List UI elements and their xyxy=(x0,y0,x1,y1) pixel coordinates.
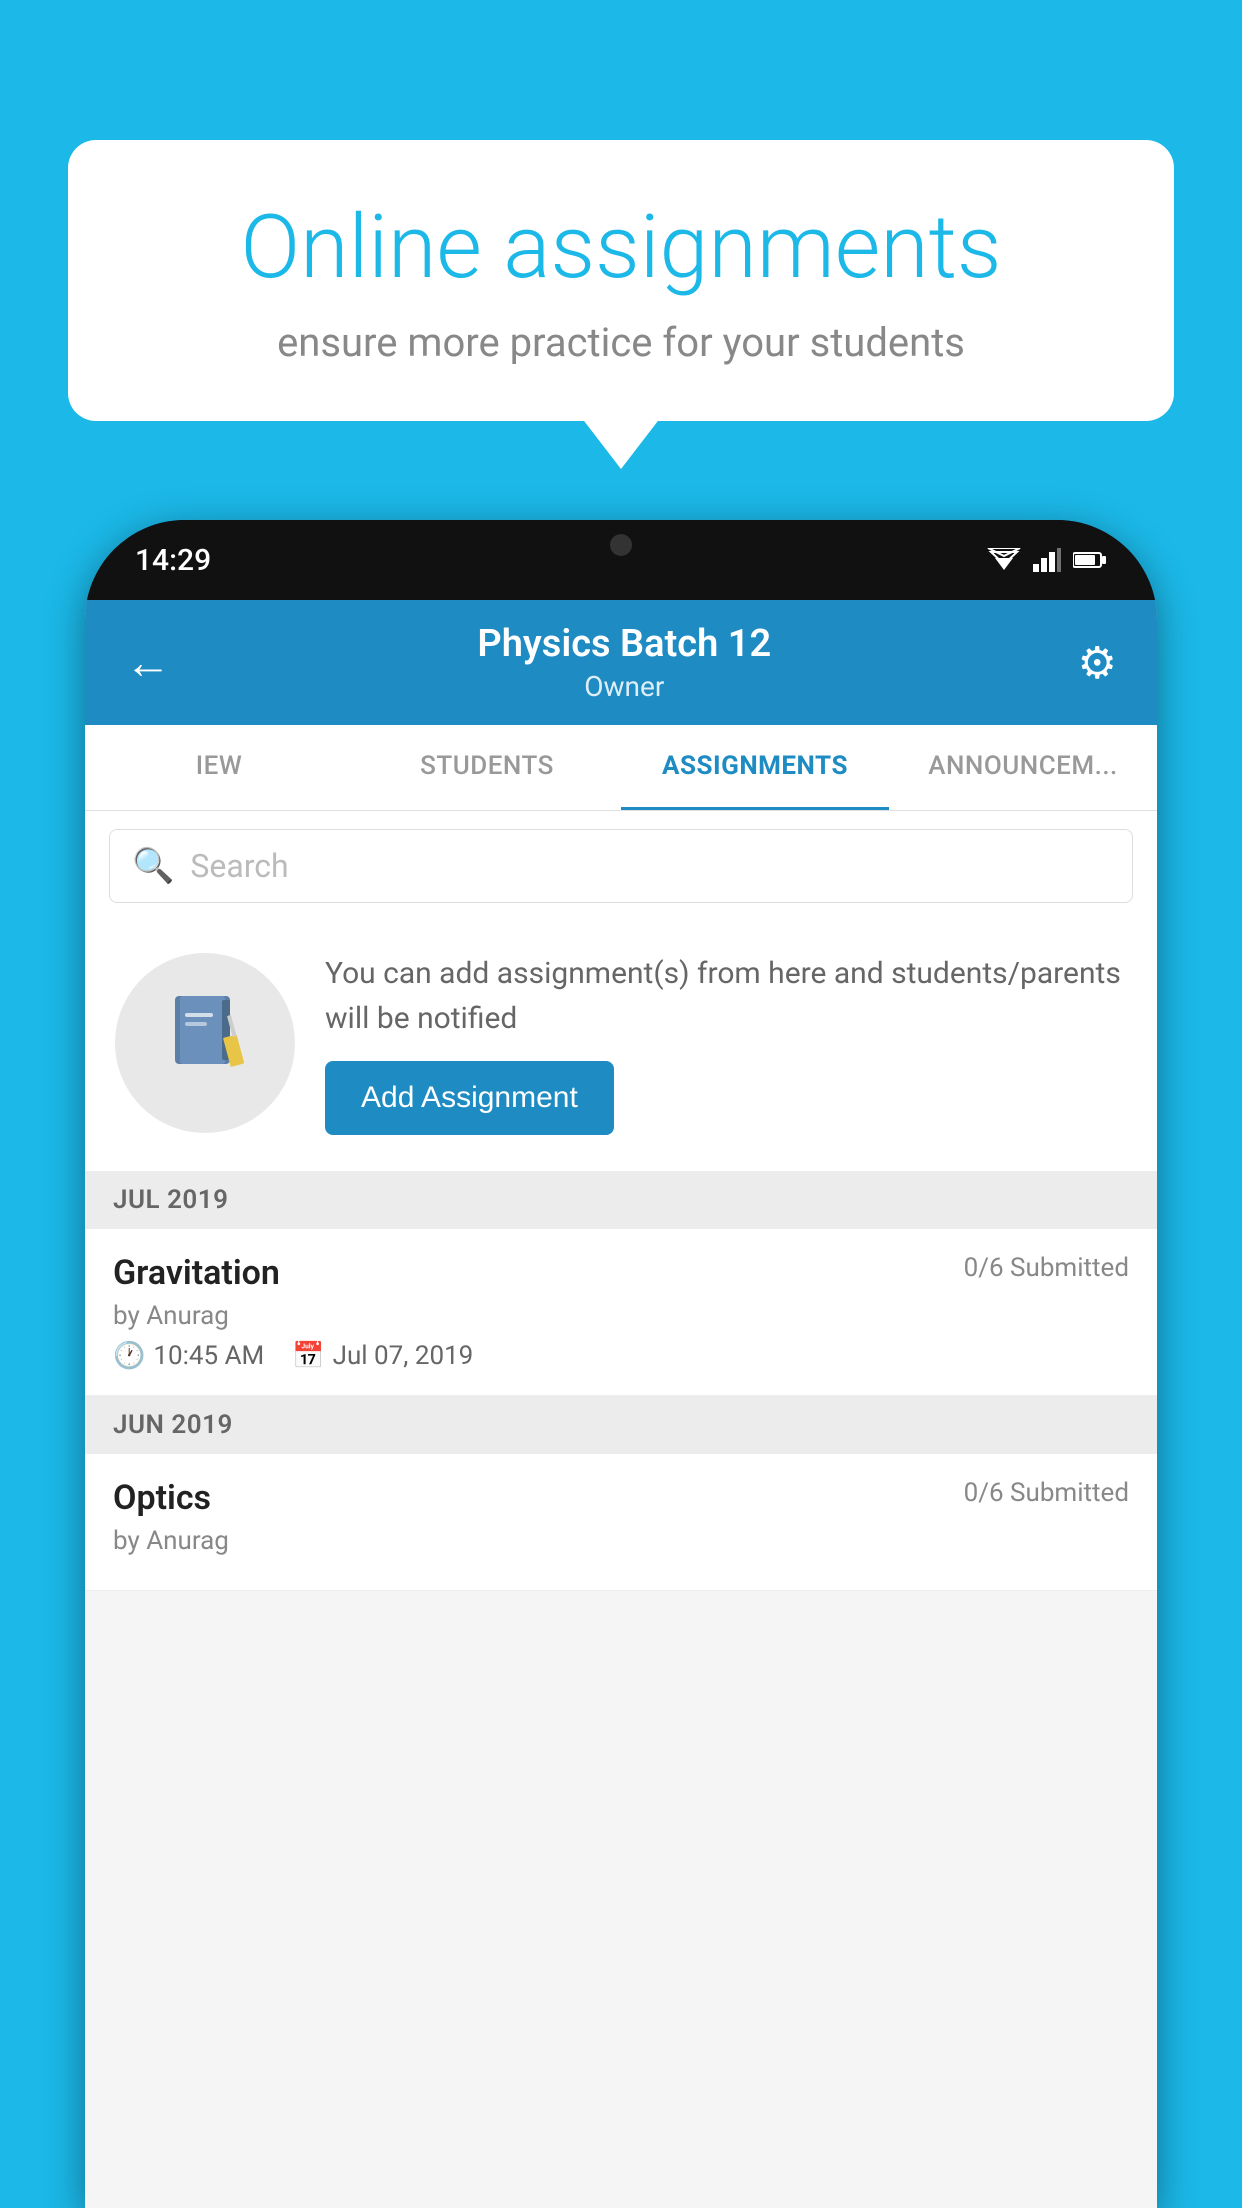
settings-button[interactable]: ⚙ xyxy=(1078,637,1117,689)
section-header-jul: JUL 2019 xyxy=(85,1171,1157,1229)
assignment-item-optics[interactable]: Optics 0/6 Submitted by Anurag xyxy=(85,1454,1157,1591)
signal-icon xyxy=(1033,548,1061,572)
assignment-date-gravitation: 📅 Jul 07, 2019 xyxy=(292,1341,473,1371)
assignment-time-gravitation: 🕐 10:45 AM xyxy=(113,1341,264,1371)
status-icons xyxy=(987,548,1107,572)
speech-bubble-title: Online assignments xyxy=(138,200,1104,297)
phone-frame: 14:29 xyxy=(85,520,1157,2208)
notch-camera xyxy=(610,534,632,556)
tab-iew[interactable]: IEW xyxy=(85,725,353,810)
assignment-item-top-optics: Optics 0/6 Submitted xyxy=(113,1478,1129,1518)
add-assignment-button[interactable]: Add Assignment xyxy=(325,1061,614,1135)
back-button[interactable]: ← xyxy=(125,635,171,690)
assignment-empty-block: You can add assignment(s) from here and … xyxy=(85,921,1157,1171)
notebook-svg-icon xyxy=(160,988,250,1078)
clock-icon: 🕐 xyxy=(113,1341,145,1371)
assignment-notebook-icon xyxy=(160,988,250,1098)
header-title: Physics Batch 12 xyxy=(477,622,771,666)
header-subtitle: Owner xyxy=(477,670,771,703)
wifi-icon xyxy=(987,548,1021,572)
search-bar[interactable]: 🔍 Search xyxy=(109,829,1133,903)
tab-announcements[interactable]: ANNOUNCEM... xyxy=(889,725,1157,810)
battery-icon xyxy=(1073,551,1107,569)
speech-bubble: Online assignments ensure more practice … xyxy=(68,140,1174,421)
assignment-submitted-gravitation: 0/6 Submitted xyxy=(964,1253,1129,1283)
assignment-date-value: Jul 07, 2019 xyxy=(333,1341,474,1371)
calendar-icon: 📅 xyxy=(292,1341,324,1371)
tab-students[interactable]: STUDENTS xyxy=(353,725,621,810)
app-screen: ← Physics Batch 12 Owner ⚙ IEW STUDENTS … xyxy=(85,600,1157,2208)
assignment-item-gravitation[interactable]: Gravitation 0/6 Submitted by Anurag 🕐 10… xyxy=(85,1229,1157,1396)
assignment-submitted-optics: 0/6 Submitted xyxy=(964,1478,1129,1508)
assignment-name-gravitation: Gravitation xyxy=(113,1253,280,1293)
status-bar: 14:29 xyxy=(85,520,1157,600)
header-title-block: Physics Batch 12 Owner xyxy=(477,622,771,703)
status-time: 14:29 xyxy=(135,543,211,578)
assignment-name-optics: Optics xyxy=(113,1478,211,1518)
assignment-meta-gravitation: 🕐 10:45 AM 📅 Jul 07, 2019 xyxy=(113,1341,1129,1371)
section-header-jun: JUN 2019 xyxy=(85,1396,1157,1454)
assignment-text-block: You can add assignment(s) from here and … xyxy=(325,951,1127,1135)
tab-assignments[interactable]: ASSIGNMENTS xyxy=(621,725,889,810)
assignment-item-top: Gravitation 0/6 Submitted xyxy=(113,1253,1129,1293)
speech-bubble-subtitle: ensure more practice for your students xyxy=(138,319,1104,366)
assignment-description: You can add assignment(s) from here and … xyxy=(325,951,1127,1041)
search-input[interactable]: Search xyxy=(190,847,288,885)
assignment-by-gravitation: by Anurag xyxy=(113,1301,1129,1331)
assignment-by-optics: by Anurag xyxy=(113,1526,1129,1556)
search-icon: 🔍 xyxy=(132,846,174,886)
phone-notch xyxy=(551,520,691,575)
search-container: 🔍 Search xyxy=(85,811,1157,921)
tabs-bar: IEW STUDENTS ASSIGNMENTS ANNOUNCEM... xyxy=(85,725,1157,811)
assignment-icon-circle xyxy=(115,953,295,1133)
app-header: ← Physics Batch 12 Owner ⚙ xyxy=(85,600,1157,725)
speech-bubble-container: Online assignments ensure more practice … xyxy=(68,140,1174,421)
assignment-time-value: 10:45 AM xyxy=(153,1341,264,1371)
